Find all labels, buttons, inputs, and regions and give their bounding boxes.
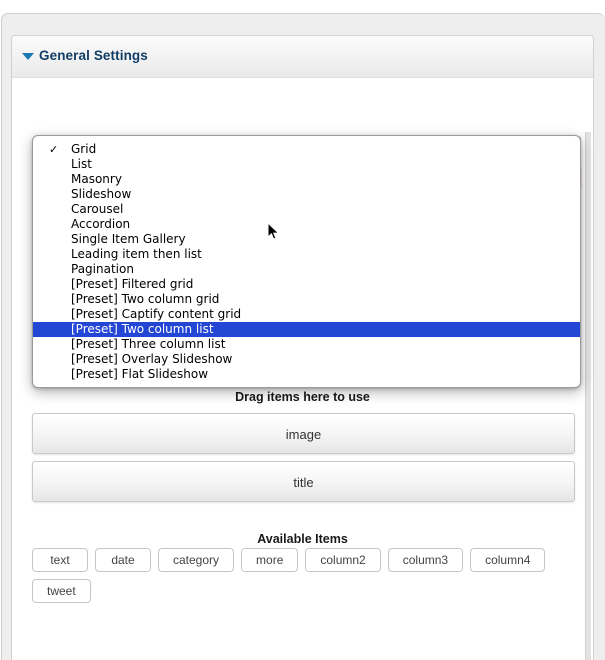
layout-option[interactable]: Pagination <box>33 262 580 277</box>
layout-option[interactable]: [Preset] Two column list <box>33 322 580 337</box>
available-item-chip[interactable]: category <box>158 548 235 572</box>
layout-option[interactable]: Leading item then list <box>33 247 580 262</box>
available-item-chip[interactable]: text <box>32 548 88 572</box>
layout-option-label: List <box>71 157 92 171</box>
layout-option-label: Masonry <box>71 172 122 186</box>
page-title: General Settings <box>39 48 148 63</box>
layout-option-label: [Preset] Filtered grid <box>71 277 194 291</box>
general-settings-header[interactable]: General Settings <box>12 36 593 78</box>
layout-option-label: [Preset] Two column grid <box>71 292 220 306</box>
layout-option[interactable]: [Preset] Filtered grid <box>33 277 580 292</box>
layout-option-label: Carousel <box>71 202 124 216</box>
drag-zone-title: Drag items here to use <box>235 390 370 404</box>
general-settings-card: Set default options Directory Content K2… <box>11 35 594 660</box>
layout-option[interactable]: Carousel <box>33 202 580 217</box>
layout-option[interactable]: Accordion <box>33 217 580 232</box>
available-item-chip[interactable]: column4 <box>470 548 546 572</box>
layout-option[interactable]: [Preset] Three column list <box>33 337 580 352</box>
available-item-chip[interactable]: date <box>95 548 151 572</box>
drag-slot-list[interactable]: image title <box>32 413 575 509</box>
layout-select-option-list[interactable]: ✓ Grid List Masonry Slideshow Carousel Accordi… <box>33 142 580 382</box>
available-item-chip[interactable]: more <box>241 548 299 572</box>
drag-slot[interactable]: image <box>32 413 575 454</box>
check-icon: ✓ <box>49 143 59 156</box>
available-item-chip[interactable]: tweet <box>32 579 91 603</box>
layout-option-label: [Preset] Two column list <box>71 322 214 336</box>
layout-option-label: [Preset] Flat Slideshow <box>71 367 209 381</box>
layout-option-label: Leading item then list <box>71 247 202 261</box>
layout-option-label: Grid <box>71 142 97 156</box>
available-item-chip[interactable]: column3 <box>387 548 464 572</box>
triangle-down-icon[interactable] <box>22 53 34 60</box>
layout-option[interactable]: Slideshow <box>33 187 580 202</box>
available-items-title: Available Items <box>257 532 348 546</box>
available-item-chip[interactable]: column2 <box>305 548 381 572</box>
layout-option-label: [Preset] Captify content grid <box>71 307 242 321</box>
drag-slot[interactable]: title <box>32 461 575 502</box>
layout-option-label: [Preset] Three column list <box>71 337 226 351</box>
layout-option[interactable]: [Preset] Flat Slideshow <box>33 367 580 382</box>
layout-select-popup[interactable]: ✓ Grid List Masonry Slideshow Carousel Accordi… <box>32 135 581 388</box>
layout-option-label: [Preset] Overlay Slideshow <box>71 352 233 366</box>
layout-option[interactable]: [Preset] Captify content grid <box>33 307 580 322</box>
layout-option-label: Slideshow <box>71 187 132 201</box>
layout-option[interactable]: List <box>33 157 580 172</box>
layout-option-label: Pagination <box>71 262 134 276</box>
layout-option-label: Single Item Gallery <box>71 232 186 246</box>
available-items-list[interactable]: text date category more column2 column3 column… <box>32 548 580 603</box>
layout-option[interactable]: Single Item Gallery <box>33 232 580 247</box>
layout-option[interactable]: [Preset] Overlay Slideshow <box>33 352 580 367</box>
layout-option[interactable]: ✓ Grid <box>33 142 580 157</box>
layout-option-label: Accordion <box>71 217 131 231</box>
layout-option[interactable]: [Preset] Two column grid <box>33 292 580 307</box>
layout-option[interactable]: Masonry <box>33 172 580 187</box>
